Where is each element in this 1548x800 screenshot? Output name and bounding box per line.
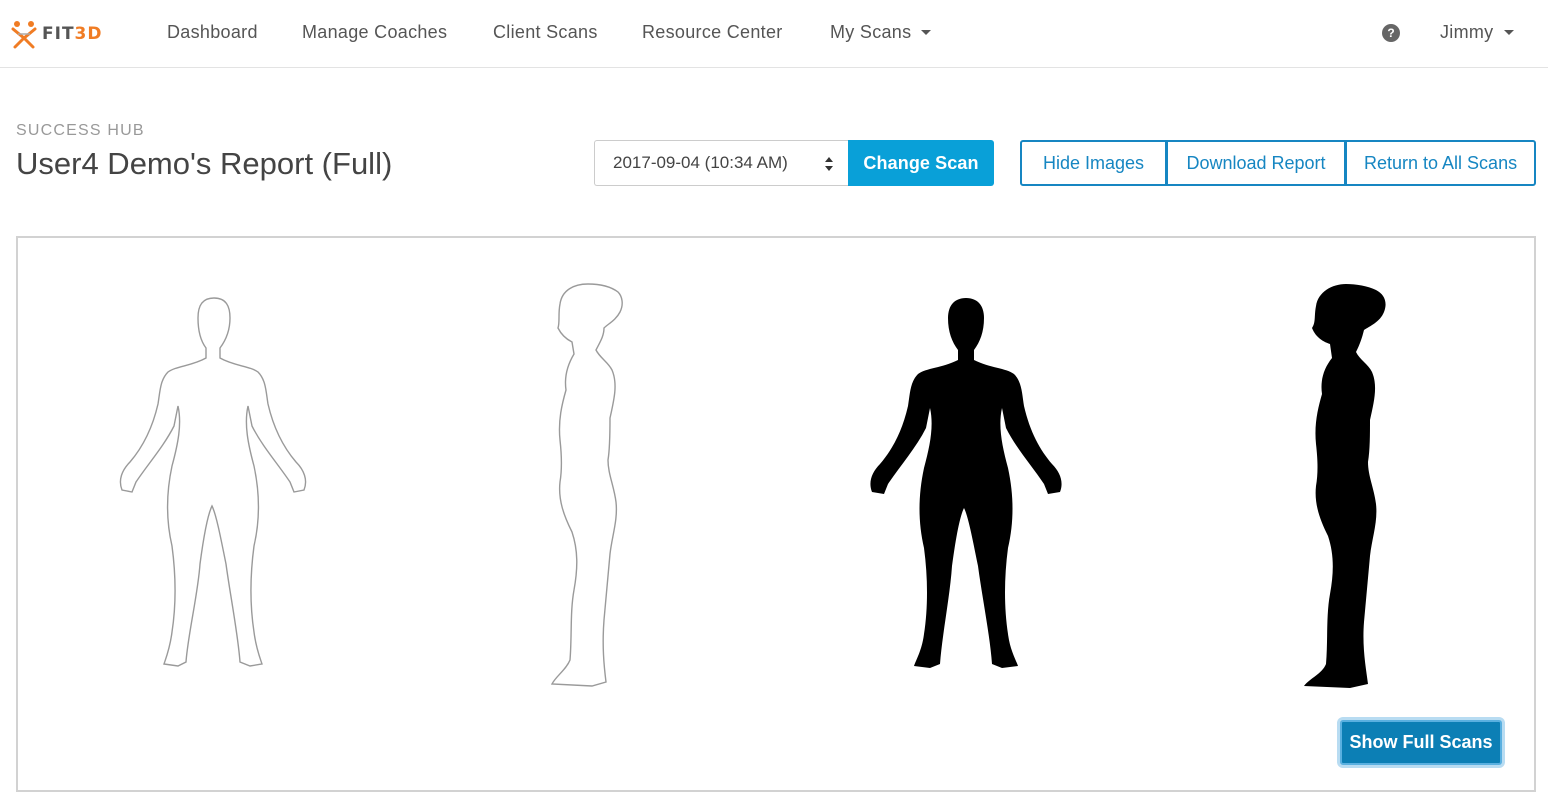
nav-client-scans[interactable]: Client Scans: [493, 22, 598, 43]
nav-manage-coaches[interactable]: Manage Coaches: [302, 22, 447, 43]
hide-images-button[interactable]: Hide Images: [1020, 140, 1167, 186]
nav-my-scans-label: My Scans: [830, 22, 912, 42]
caret-down-icon: [1503, 29, 1514, 35]
user-name: Jimmy: [1440, 22, 1494, 42]
help-icon[interactable]: ?: [1382, 24, 1400, 42]
nav-resource-center[interactable]: Resource Center: [642, 22, 783, 43]
scan-images-panel: Show Full Scans: [16, 236, 1536, 792]
page-title: User4 Demo's Report (Full): [16, 146, 393, 181]
side-solid-silhouette: [1304, 284, 1386, 688]
section-eyebrow: SUCCESS HUB: [16, 122, 145, 139]
caret-down-icon: [921, 29, 932, 35]
download-report-button[interactable]: Download Report: [1166, 140, 1346, 186]
select-updown-icon: [825, 157, 833, 171]
front-outline-silhouette: [119, 297, 307, 667]
front-solid-silhouette: [870, 298, 1062, 668]
report-actions: Hide Images Download Report Return to Al…: [1020, 140, 1536, 186]
fit3d-logo[interactable]: FIT3D: [8, 18, 103, 50]
fit3d-logo-icon: [11, 21, 37, 49]
scan-date-value: 2017-09-04 (10:34 AM): [613, 153, 788, 172]
nav-dashboard[interactable]: Dashboard: [167, 22, 258, 43]
side-outline-silhouette: [550, 283, 623, 687]
scan-date-select[interactable]: 2017-09-04 (10:34 AM): [594, 140, 849, 186]
nav-my-scans[interactable]: My Scans: [830, 22, 932, 43]
change-scan-button[interactable]: Change Scan: [848, 140, 994, 186]
logo-wordmark: FIT3D: [42, 24, 103, 44]
top-navbar: FIT3D Dashboard Manage Coaches Client Sc…: [0, 0, 1548, 68]
return-to-all-scans-button[interactable]: Return to All Scans: [1345, 140, 1536, 186]
show-full-scans-button[interactable]: Show Full Scans: [1340, 720, 1502, 765]
user-menu[interactable]: Jimmy: [1440, 22, 1514, 43]
